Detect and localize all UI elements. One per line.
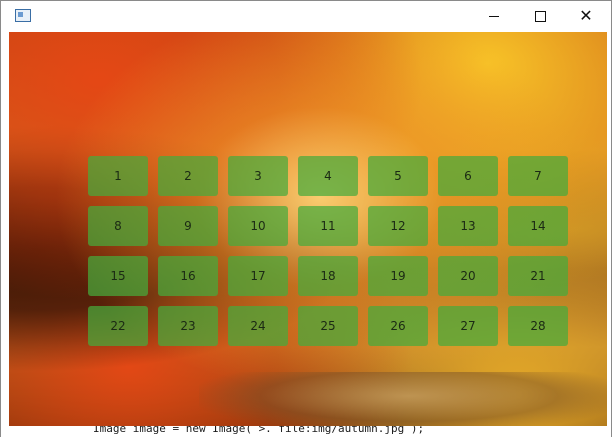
grid-button-4[interactable]: 4: [298, 156, 358, 196]
code-line: Image image = new Image( >. file:img/aut…: [93, 426, 425, 435]
grid-button-16[interactable]: 16: [158, 256, 218, 296]
grid-button-22[interactable]: 22: [88, 306, 148, 346]
grid-button-6[interactable]: 6: [438, 156, 498, 196]
grid-button-24[interactable]: 24: [228, 306, 288, 346]
grid-button-19[interactable]: 19: [368, 256, 428, 296]
application-window: ✕ 1 2 3 4 5 6 7 8 9 10 11 12 13 14 15 16 17 18 19 20 21 22 23 2…: [0, 0, 612, 437]
title-bar[interactable]: ✕: [1, 1, 611, 31]
grid-button-13[interactable]: 13: [438, 206, 498, 246]
grid-button-10[interactable]: 10: [228, 206, 288, 246]
grid-button-7[interactable]: 7: [508, 156, 568, 196]
grid-button-12[interactable]: 12: [368, 206, 428, 246]
grid-button-8[interactable]: 8: [88, 206, 148, 246]
grid-button-14[interactable]: 14: [508, 206, 568, 246]
grid-button-11[interactable]: 11: [298, 206, 358, 246]
grid-button-27[interactable]: 27: [438, 306, 498, 346]
grid-button-1[interactable]: 1: [88, 156, 148, 196]
close-icon: ✕: [579, 6, 593, 25]
app-window-icon: [15, 9, 31, 22]
button-grid: 1 2 3 4 5 6 7 8 9 10 11 12 13 14 15 16 17 18 19 20 21 22 23 24 2…: [88, 156, 568, 356]
grid-button-2[interactable]: 2: [158, 156, 218, 196]
grid-button-18[interactable]: 18: [298, 256, 358, 296]
ground-highlight: [199, 372, 607, 426]
grid-button-3[interactable]: 3: [228, 156, 288, 196]
grid-button-28[interactable]: 28: [508, 306, 568, 346]
grid-button-23[interactable]: 23: [158, 306, 218, 346]
minimize-icon: [489, 15, 499, 17]
maximize-button[interactable]: [517, 1, 563, 31]
maximize-icon: [534, 10, 546, 22]
close-button[interactable]: ✕: [563, 1, 609, 31]
underlying-code-editor: Image image = new Image( >. file:img/aut…: [1, 426, 611, 437]
grid-button-5[interactable]: 5: [368, 156, 428, 196]
grid-button-20[interactable]: 20: [438, 256, 498, 296]
grid-button-25[interactable]: 25: [298, 306, 358, 346]
background-image-pane: 1 2 3 4 5 6 7 8 9 10 11 12 13 14 15 16 17 18 19 20 21 22 23 24 2…: [9, 32, 607, 426]
grid-button-9[interactable]: 9: [158, 206, 218, 246]
minimize-button[interactable]: [471, 1, 517, 31]
grid-button-17[interactable]: 17: [228, 256, 288, 296]
grid-button-15[interactable]: 15: [88, 256, 148, 296]
grid-button-26[interactable]: 26: [368, 306, 428, 346]
grid-button-21[interactable]: 21: [508, 256, 568, 296]
